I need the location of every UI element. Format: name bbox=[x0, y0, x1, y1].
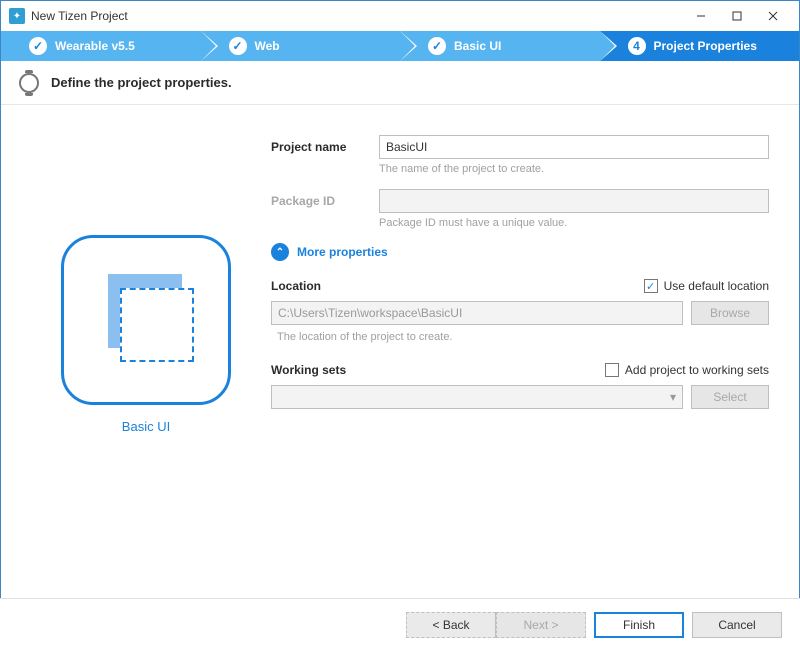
step-properties: 4Project Properties bbox=[600, 31, 800, 61]
location-label: Location bbox=[271, 279, 321, 293]
page-subheader: Define the project properties. bbox=[1, 61, 799, 105]
cancel-button[interactable]: Cancel bbox=[692, 612, 782, 638]
minimize-button[interactable] bbox=[683, 4, 719, 28]
watch-icon bbox=[19, 73, 39, 93]
template-thumbnail bbox=[61, 235, 231, 405]
browse-button: Browse bbox=[691, 301, 769, 325]
wizard-stepper: ✓Wearable v5.5 ✓Web ✓Basic UI 4Project P… bbox=[1, 31, 799, 61]
package-id-input bbox=[379, 189, 769, 213]
location-hint: The location of the project to create. bbox=[277, 331, 769, 343]
template-label: Basic UI bbox=[122, 419, 170, 434]
checkbox-icon bbox=[605, 363, 619, 377]
chevron-up-icon: ⌃ bbox=[271, 243, 289, 261]
window-title: New Tizen Project bbox=[31, 9, 683, 23]
finish-button[interactable]: Finish bbox=[594, 612, 684, 638]
step-wearable[interactable]: ✓Wearable v5.5 bbox=[1, 31, 201, 61]
more-properties-toggle[interactable]: ⌃ More properties bbox=[271, 243, 769, 261]
check-icon: ✓ bbox=[229, 37, 247, 55]
check-icon: ✓ bbox=[428, 37, 446, 55]
app-icon: ✦ bbox=[9, 8, 25, 24]
working-sets-label: Working sets bbox=[271, 363, 346, 377]
project-name-label: Project name bbox=[271, 140, 379, 154]
location-input bbox=[271, 301, 683, 325]
maximize-button[interactable] bbox=[719, 4, 755, 28]
step-web[interactable]: ✓Web bbox=[201, 31, 401, 61]
use-default-location-checkbox[interactable]: ✓ Use default location bbox=[644, 279, 769, 293]
package-id-hint: Package ID must have a unique value. bbox=[379, 217, 769, 229]
add-to-working-sets-checkbox[interactable]: Add project to working sets bbox=[605, 363, 769, 377]
step-basicui[interactable]: ✓Basic UI bbox=[400, 31, 600, 61]
package-id-label: Package ID bbox=[271, 194, 379, 208]
project-name-input[interactable] bbox=[379, 135, 769, 159]
project-name-hint: The name of the project to create. bbox=[379, 163, 769, 175]
working-sets-dropdown: ▾ bbox=[271, 385, 683, 409]
check-icon: ✓ bbox=[29, 37, 47, 55]
next-button: Next > bbox=[496, 612, 586, 638]
dialog-footer: < Back Next > Finish Cancel bbox=[0, 598, 800, 650]
titlebar: ✦ New Tizen Project bbox=[1, 1, 799, 31]
back-button[interactable]: < Back bbox=[406, 612, 496, 638]
checkbox-icon: ✓ bbox=[644, 279, 658, 293]
close-button[interactable] bbox=[755, 4, 791, 28]
step-number-icon: 4 bbox=[628, 37, 646, 55]
select-button: Select bbox=[691, 385, 769, 409]
page-title: Define the project properties. bbox=[51, 75, 232, 90]
chevron-down-icon: ▾ bbox=[670, 390, 676, 404]
